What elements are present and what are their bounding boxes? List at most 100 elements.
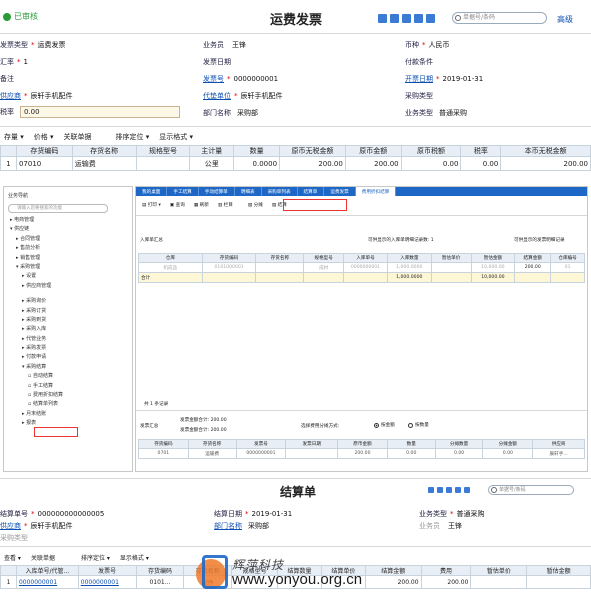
first-icon[interactable] bbox=[390, 14, 399, 23]
tree-item-expense-settle[interactable]: ▫ 费用折扣结算 bbox=[10, 391, 128, 400]
tab[interactable]: 运费发票 bbox=[324, 187, 356, 196]
tree-item[interactable]: ▸ 合同管理 bbox=[10, 235, 128, 244]
first-icon[interactable] bbox=[437, 487, 443, 493]
allocate-button[interactable]: ▧ 分摊 bbox=[248, 202, 263, 208]
next-icon[interactable] bbox=[414, 14, 423, 23]
table-row[interactable]: 1 07010 运输费 公里 0.0000 200.00 200.00 0.00… bbox=[0, 157, 591, 171]
tree-item[interactable]: ▸ 销售管理 bbox=[10, 254, 128, 263]
tree-item[interactable]: ▾ 供应链 bbox=[10, 225, 128, 234]
table-row[interactable]: 0701 运输费 0000000001 200.00 0.00 0.00 0.0… bbox=[138, 449, 585, 459]
allocation-by-qty-radio[interactable]: 按数量 bbox=[408, 422, 429, 428]
search-icon bbox=[491, 487, 497, 493]
field-invoice-no[interactable]: 发票号 * 0000000001 bbox=[203, 74, 278, 84]
field-open-date[interactable]: 开票日期 * 2019-01-31 bbox=[405, 74, 483, 84]
field-payment-terms[interactable]: 付款条件 bbox=[405, 57, 433, 67]
stock-button[interactable]: 存量 ▾ bbox=[4, 132, 24, 142]
columns-button[interactable]: ▥ 栏目 bbox=[218, 202, 233, 208]
work-toolbar: ▤ 打印 ▾ ▣ 查询 ▦ 刷新 ▥ 栏目 ▧ 分摊 ▨ 结算 bbox=[142, 202, 287, 208]
tab[interactable]: 手动结算单 bbox=[199, 187, 235, 196]
settlement-record-nav[interactable] bbox=[428, 487, 473, 495]
field-purchase-type[interactable]: 采购类型 bbox=[0, 533, 28, 543]
settlement-search-input[interactable]: 单据号/条码 bbox=[488, 485, 574, 495]
last-icon[interactable] bbox=[464, 487, 470, 493]
tree-item[interactable]: ▸ 月末结账 bbox=[10, 410, 128, 419]
tree-item[interactable]: ▸ 设置 bbox=[10, 272, 128, 281]
refresh-icon[interactable] bbox=[428, 487, 434, 493]
field-biz-type[interactable]: 业务类型 * 普通采购 bbox=[419, 509, 485, 519]
tab[interactable]: 结算单 bbox=[298, 187, 325, 196]
next-icon[interactable] bbox=[455, 487, 461, 493]
tab[interactable]: 手工结算 bbox=[167, 187, 199, 196]
field-remark[interactable]: 备注 bbox=[0, 74, 14, 84]
tax-rate-input[interactable]: 0.00 bbox=[20, 106, 180, 118]
field-invoice-date[interactable]: 发票日期 bbox=[203, 57, 231, 67]
tree-item[interactable]: ▾ 采购结算 bbox=[10, 363, 128, 372]
tree-item[interactable]: ▸ 付款申请 bbox=[10, 353, 128, 362]
query-button[interactable]: ▣ 查询 bbox=[170, 202, 185, 208]
tree-item[interactable]: ▫ 手工结算 bbox=[10, 382, 128, 391]
tree-item[interactable]: ▸ 售前分析 bbox=[10, 244, 128, 253]
expense-amount-total: 发票金额合计: 200.00 bbox=[180, 428, 227, 433]
record-nav[interactable] bbox=[378, 14, 438, 25]
view-button[interactable]: 查看 ▾ bbox=[4, 553, 21, 562]
work-area: 我的桌面 手工结算 手动结算单 明细表 采购单列表 结算单 运费发票 费用折扣结… bbox=[135, 186, 588, 472]
field-biz-type[interactable]: 业务类型 普通采购 bbox=[405, 108, 467, 118]
field-settle-no[interactable]: 结算单号 * 000000000000005 bbox=[0, 509, 104, 519]
tree-item[interactable]: ▸ 代管业务 bbox=[10, 335, 128, 344]
refresh-icon[interactable] bbox=[378, 14, 387, 23]
field-dept[interactable]: 部门名称 采购部 bbox=[203, 108, 258, 118]
last-icon[interactable] bbox=[426, 14, 435, 23]
tree-item[interactable]: ▸ 供应商管理 bbox=[10, 282, 128, 291]
field-invoice-type[interactable]: 发票类型 * 运费发票 bbox=[0, 40, 66, 50]
table-row[interactable]: 机成品 0101000001 成材 0000000001 1,000.0000 … bbox=[138, 263, 585, 273]
sidebar-search-input[interactable]: 请输入您要搜索的功能 bbox=[8, 204, 108, 213]
field-tax-rate[interactable]: 税率 0.00 bbox=[0, 106, 180, 118]
field-purchase-type[interactable]: 采购类型 bbox=[405, 91, 433, 101]
field-supplier[interactable]: 供应商 * 辰轩手机配件 bbox=[0, 91, 73, 101]
prev-icon[interactable] bbox=[402, 14, 411, 23]
tree-item[interactable]: ▸ 电商管理 bbox=[10, 216, 128, 225]
price-button[interactable]: 价格 ▾ bbox=[34, 132, 54, 142]
prev-icon[interactable] bbox=[446, 487, 452, 493]
tree-item[interactable]: ▫ 自动结算 bbox=[10, 372, 128, 381]
tab-active[interactable]: 费用折扣结算 bbox=[355, 187, 397, 196]
record-count: 共 1 条记录 bbox=[144, 402, 169, 407]
field-agent[interactable]: 代垫单位 * 辰轩手机配件 bbox=[203, 91, 283, 101]
display-format-button[interactable]: 显示格式 ▾ bbox=[120, 553, 149, 562]
field-supplier[interactable]: 供应商 * 辰轩手机配件 bbox=[0, 521, 73, 531]
watermark-url: www.yonyou.org.cn bbox=[232, 571, 363, 588]
display-format-button[interactable]: 显示格式 ▾ bbox=[159, 132, 193, 142]
allocation-label: 选择费用分摊方式: bbox=[301, 424, 340, 429]
field-currency[interactable]: 币种 * 人民币 bbox=[405, 40, 450, 50]
refresh-button[interactable]: ▦ 刷新 bbox=[194, 202, 209, 208]
field-dept[interactable]: 部门名称 采购部 bbox=[214, 521, 269, 531]
tree-item[interactable]: ▸ 采购入库 bbox=[10, 325, 128, 334]
print-button[interactable]: ▤ 打印 ▾ bbox=[142, 202, 161, 208]
field-salesman[interactable]: 业务员 王锋 bbox=[203, 40, 246, 50]
tab[interactable]: 明细表 bbox=[235, 187, 262, 196]
tab-bar: 我的桌面 手工结算 手动结算单 明细表 采购单列表 结算单 运费发票 费用折扣结… bbox=[136, 187, 587, 196]
tree-item[interactable]: ▸ 采购发票 bbox=[10, 344, 128, 353]
tab[interactable]: 采购单列表 bbox=[262, 187, 298, 196]
search-input[interactable]: 单据号/条码 bbox=[452, 12, 547, 24]
status-badge: 已审核 bbox=[3, 11, 38, 22]
tree-item[interactable]: ▸ 采购订货 bbox=[10, 307, 128, 316]
related-docs-button[interactable]: 关联单据 bbox=[64, 132, 92, 142]
radio-icon bbox=[408, 422, 413, 428]
sort-button[interactable]: 排序定位 ▾ bbox=[81, 553, 110, 562]
expense-total: 发票金额合计: 200.00 bbox=[180, 418, 227, 423]
related-docs-button[interactable]: 关联单据 bbox=[31, 553, 55, 562]
inbound-grid-header: 仓库 存货编码 存货名称 规格型号 入库单号 入库数量 暂估单价 暂估金额 结算… bbox=[138, 253, 585, 263]
field-rate[interactable]: 汇率 * 1 bbox=[0, 57, 28, 67]
sort-button[interactable]: 排序定位 ▾ bbox=[116, 132, 150, 142]
tree-item[interactable]: ▾ 采购管理 bbox=[10, 263, 128, 272]
table-total-row: 合计 1,000.0000 10,000.00 bbox=[138, 273, 585, 283]
advanced-link[interactable]: 高级 bbox=[557, 14, 573, 25]
field-salesman[interactable]: 业务员 王锋 bbox=[419, 521, 462, 531]
tab[interactable]: 我的桌面 bbox=[136, 187, 168, 196]
allocation-by-amount-radio[interactable]: 按金额 bbox=[374, 422, 395, 428]
tree-item[interactable]: ▫ 结算单列表 bbox=[10, 400, 128, 409]
field-settle-date[interactable]: 结算日期 * 2019-01-31 bbox=[214, 509, 292, 519]
tree-item[interactable]: ▸ 采购询价 bbox=[10, 297, 128, 306]
tree-item[interactable]: ▸ 采购到货 bbox=[10, 316, 128, 325]
